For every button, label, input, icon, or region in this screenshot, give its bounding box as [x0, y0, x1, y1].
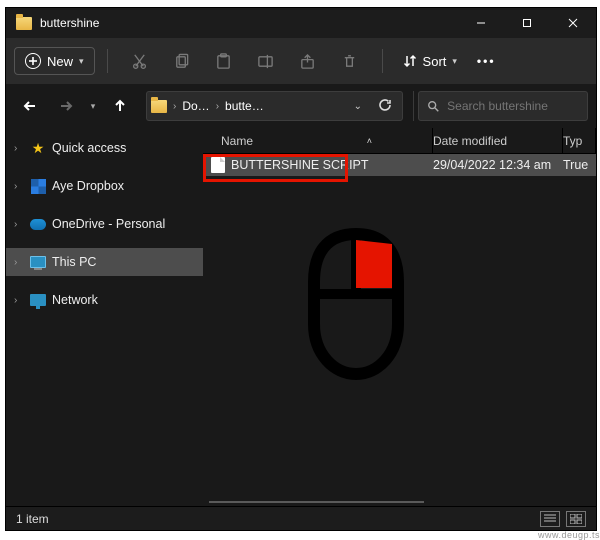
copy-button[interactable] [162, 41, 202, 81]
onedrive-icon [30, 219, 46, 230]
new-button-label: New [47, 54, 73, 69]
file-icon [211, 157, 225, 173]
breadcrumb-item[interactable]: Do… [182, 99, 209, 113]
navigation-pane: › ★ Quick access › Aye Dropbox › OneDriv… [6, 128, 203, 506]
more-button[interactable]: ••• [467, 54, 506, 68]
file-explorer-window: buttershine New ▾ [6, 8, 596, 530]
column-header-date[interactable]: Date modified [433, 128, 563, 153]
plus-icon [25, 53, 41, 69]
sidebar-item-label: OneDrive - Personal [52, 217, 165, 231]
thumbnails-view-button[interactable] [566, 511, 586, 527]
sidebar-item-label: This PC [52, 255, 96, 269]
watermark: www.deugp.ts [538, 530, 600, 540]
details-view-button[interactable] [540, 511, 560, 527]
sidebar-item-this-pc[interactable]: › This PC [6, 248, 203, 276]
sidebar-item-label: Quick access [52, 141, 126, 155]
toolbar-separator [382, 49, 383, 73]
expand-icon[interactable]: › [14, 181, 24, 192]
file-type: True [563, 158, 596, 172]
address-bar[interactable]: › Do… › butte… ⌄ [146, 91, 403, 121]
breadcrumb-sep: › [171, 101, 178, 112]
toolbar: New ▾ Sort ▾ ••• [6, 38, 596, 84]
file-date: 29/04/2022 12:34 am [433, 158, 563, 172]
history-dropdown[interactable]: ▾ [86, 101, 100, 112]
file-name: BUTTERSHINE SCRIPT [231, 158, 369, 172]
search-input[interactable] [447, 99, 579, 113]
folder-icon [16, 17, 32, 30]
cut-button[interactable] [120, 41, 160, 81]
rename-button[interactable] [246, 41, 286, 81]
sidebar-item-network[interactable]: › Network [6, 286, 203, 314]
horizontal-scrollbar[interactable] [203, 498, 596, 506]
toolbar-separator [107, 49, 108, 73]
sort-button-label: Sort [423, 54, 447, 69]
scrollbar-thumb[interactable] [209, 501, 424, 503]
navigation-bar: ▾ › Do… › butte… ⌄ [6, 84, 596, 128]
expand-icon[interactable]: › [14, 219, 24, 230]
chevron-down-icon: ▾ [452, 56, 457, 67]
forward-button[interactable] [50, 90, 82, 122]
sidebar-item-label: Network [52, 293, 98, 307]
status-bar: 1 item [6, 506, 596, 530]
sidebar-item-label: Aye Dropbox [52, 179, 124, 193]
window-close-button[interactable] [550, 8, 596, 38]
new-button[interactable]: New ▾ [14, 47, 95, 75]
this-pc-icon [30, 256, 46, 268]
breadcrumb-item[interactable]: butte… [225, 99, 264, 113]
file-row[interactable]: BUTTERSHINE SCRIPT 29/04/2022 12:34 am T… [203, 154, 596, 176]
file-list-pane: Name ˄ Date modified Typ BUTTERSHINE SCR… [203, 128, 596, 506]
window-minimize-button[interactable] [458, 8, 504, 38]
expand-icon[interactable]: › [14, 295, 24, 306]
explorer-body: › ★ Quick access › Aye Dropbox › OneDriv… [6, 128, 596, 506]
column-header-type[interactable]: Typ [563, 128, 596, 153]
sidebar-item-quick-access[interactable]: › ★ Quick access [6, 134, 203, 162]
share-button[interactable] [288, 41, 328, 81]
back-button[interactable] [14, 90, 46, 122]
expand-icon[interactable]: › [14, 257, 24, 268]
sort-asc-icon: ˄ [367, 136, 372, 146]
sort-icon [403, 54, 417, 68]
folder-icon [151, 100, 167, 113]
window-title: buttershine [40, 16, 99, 30]
search-box[interactable] [418, 91, 588, 121]
file-list[interactable]: BUTTERSHINE SCRIPT 29/04/2022 12:34 am T… [203, 154, 596, 498]
expand-icon[interactable]: › [14, 143, 24, 154]
star-icon: ★ [30, 140, 46, 156]
breadcrumb-sep: › [214, 101, 221, 112]
sidebar-item-dropbox[interactable]: › Aye Dropbox [6, 172, 203, 200]
item-count: 1 item [16, 512, 49, 526]
chevron-down-icon: ▾ [79, 56, 84, 67]
titlebar: buttershine [6, 8, 596, 38]
column-headers: Name ˄ Date modified Typ [203, 128, 596, 154]
column-header-name[interactable]: Name ˄ [203, 128, 433, 153]
search-icon [427, 99, 439, 113]
refresh-button[interactable] [372, 98, 398, 115]
sidebar-item-onedrive[interactable]: › OneDrive - Personal [6, 210, 203, 238]
paste-button[interactable] [204, 41, 244, 81]
network-icon [30, 294, 46, 306]
dropbox-icon [31, 179, 46, 194]
sort-button[interactable]: Sort ▾ [395, 49, 465, 74]
separator [413, 91, 414, 121]
window-maximize-button[interactable] [504, 8, 550, 38]
address-history-button[interactable]: ⌄ [348, 101, 368, 112]
delete-button[interactable] [330, 41, 370, 81]
up-button[interactable] [104, 90, 136, 122]
